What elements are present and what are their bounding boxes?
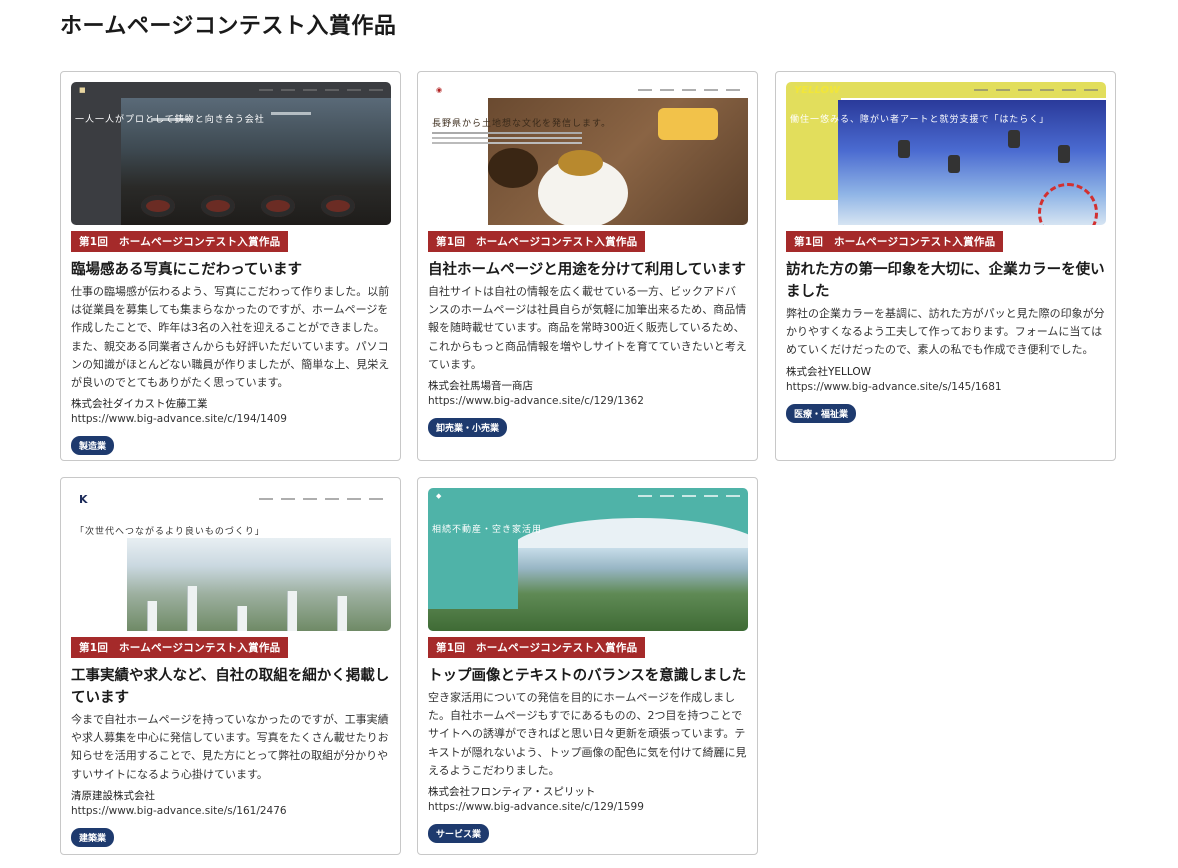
thumb-nav: ◆ [428, 488, 748, 504]
thumb-headline: 働住一悠みる、障がい者アートと就労支援で「はたらく」 [790, 115, 1050, 125]
category-tag[interactable]: 建築業 [71, 827, 115, 847]
ferris-wheel-icon [1038, 183, 1098, 225]
site-url[interactable]: https://www.big-advance.site/c/129/1362 [428, 394, 747, 409]
work-thumbnail[interactable]: ◉ 長野県から土地想な文化を発信します。 [428, 82, 748, 225]
card-description: 今まで自社ホームページを持っていなかったのですが、工事実績や求人募集を中心に発信… [71, 713, 389, 781]
thumb-headline: 相続不動産・空き家活用 [432, 525, 543, 535]
card-title[interactable]: 自社ホームページと用途を分けて利用しています [428, 259, 747, 281]
card-title[interactable]: 工事実績や求人など、自社の取組を細かく掲載しています [71, 665, 390, 709]
work-card[interactable]: K 「次世代へつながるより良いものづくり」 第1回 ホームページコンテスト入賞作… [60, 477, 401, 855]
work-card[interactable]: ◉ 長野県から土地想な文化を発信します。 第1回 ホームページコンテスト入賞作品… [417, 71, 758, 461]
card-title[interactable]: 訪れた方の第一印象を大切に、企業カラーを使いました [786, 259, 1105, 303]
card-description: 仕事の臨場感が伝わるよう、写真にこだわって作りました。以前は従業員を募集しても集… [71, 285, 390, 390]
thumb-nav: K [71, 488, 391, 510]
card-description: 空き家活用についての発信を目的にホームページを作成しました。自社ホームページもす… [428, 691, 747, 777]
site-url[interactable]: https://www.big-advance.site/s/161/2476 [71, 804, 390, 819]
award-badge: 第1回 ホームページコンテスト入賞作品 [71, 637, 289, 658]
card-title[interactable]: 臨場感ある写真にこだわっています [71, 259, 390, 281]
thumb-nav: ■ [71, 82, 391, 98]
work-card[interactable]: ◆ 相続不動産・空き家活用 第1回 ホームページコンテスト入賞作品 トップ画像と… [417, 477, 758, 855]
award-badge: 第1回 ホームページコンテスト入賞作品 [428, 637, 646, 658]
page-title: ホームページコンテスト入賞作品 [60, 14, 397, 39]
work-thumbnail[interactable]: ◆ 相続不動産・空き家活用 [428, 488, 748, 631]
card-description: 弊社の企業カラーを基調に、訪れた方がパッと見た際の印象が分かりやすくなるよう工夫… [786, 307, 1105, 357]
category-tag[interactable]: 卸売業・小売業 [428, 418, 508, 438]
thumb-nav: ◉ [428, 82, 748, 98]
work-card[interactable]: YELLOW 働住一悠みる、障がい者アートと就労支援で「はたらく」 第1回 ホー… [775, 71, 1116, 461]
site-url[interactable]: https://www.big-advance.site/c/194/1409 [71, 412, 390, 427]
work-thumbnail[interactable]: YELLOW 働住一悠みる、障がい者アートと就労支援で「はたらく」 [786, 82, 1106, 225]
work-thumbnail[interactable]: K 「次世代へつながるより良いものづくり」 [71, 488, 391, 631]
thumb-logo: K [79, 492, 88, 506]
thumb-logo-icon: ■ [79, 86, 86, 94]
thumb-headline: 長野県から土地想な文化を発信します。 [432, 119, 612, 129]
category-tag[interactable]: サービス業 [428, 824, 490, 844]
company-name: 株式会社フロンティア・スピリット [428, 786, 596, 799]
site-url[interactable]: https://www.big-advance.site/c/129/1599 [428, 800, 747, 815]
work-card[interactable]: ■ 一人一人がプロとして鋳物と向き合う会社 第1回 ホームページコンテスト入賞作… [60, 71, 401, 461]
thumb-subtext [432, 132, 582, 134]
thumb-headline: 「次世代へつながるより良いものづくり」 [75, 527, 265, 537]
award-badge: 第1回 ホームページコンテスト入賞作品 [786, 231, 1004, 252]
site-url[interactable]: https://www.big-advance.site/s/145/1681 [786, 380, 1105, 395]
thumb-logo: YELLOW [794, 84, 840, 96]
thumb-logo-icon: ◉ [436, 86, 443, 94]
category-tag[interactable]: 医療・福祉業 [786, 403, 857, 423]
work-thumbnail[interactable]: ■ 一人一人がプロとして鋳物と向き合う会社 [71, 82, 391, 225]
company-name: 清原建設株式会社 [71, 789, 155, 802]
city-photo [127, 538, 391, 631]
company-name: 株式会社ダイカスト佐藤工業 [71, 398, 208, 411]
thumb-nav: YELLOW [786, 82, 1106, 98]
award-badge: 第1回 ホームページコンテスト入賞作品 [428, 231, 646, 252]
card-title[interactable]: トップ画像とテキストのバランスを意識しました [428, 665, 747, 687]
thumb-headline: 一人一人がプロとして鋳物と向き合う会社 [75, 115, 265, 125]
company-name: 株式会社YELLOW [786, 365, 872, 378]
thumb-logo-icon: ◆ [436, 492, 442, 500]
company-name: 株式会社馬場音一商店 [428, 380, 533, 393]
category-tag[interactable]: 製造業 [71, 436, 115, 456]
card-description: 自社サイトは自社の情報を広く載せている一方、ビックアドバンスのホームページは社員… [428, 285, 747, 371]
award-badge: 第1回 ホームページコンテスト入賞作品 [71, 231, 289, 252]
